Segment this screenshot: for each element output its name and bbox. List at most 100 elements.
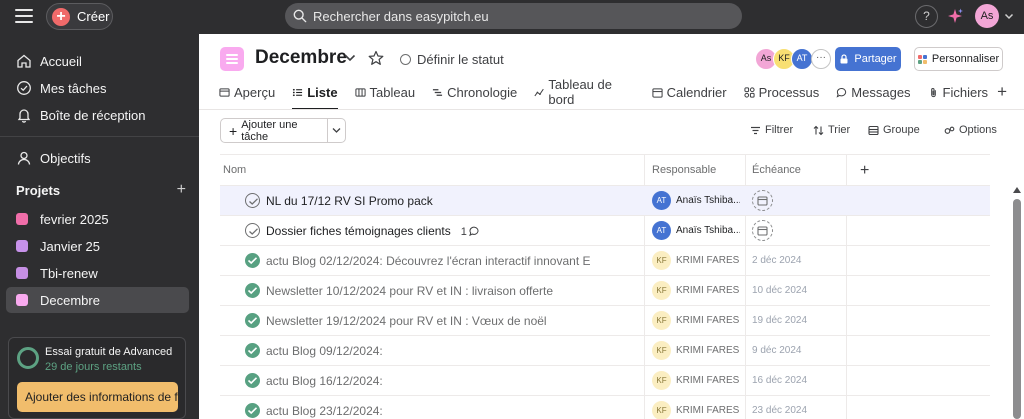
task-name[interactable]: actu Blog 02/12/2024: Découvrez l'écran …	[266, 246, 638, 276]
sparkle-icon[interactable]	[946, 7, 964, 25]
sort-button[interactable]: Trier	[813, 124, 850, 136]
task-name[interactable]: Newsletter 19/12/2024 pour RV et IN : Vœ…	[266, 306, 638, 336]
task-checkbox[interactable]	[245, 223, 260, 238]
sidebar-item-inbox[interactable]: Boîte de réception	[16, 104, 146, 126]
sidebar-project-decembre[interactable]: Decembre	[6, 287, 189, 313]
chevron-down-icon[interactable]	[344, 53, 356, 63]
task-checkbox[interactable]	[245, 193, 260, 208]
due-date-button[interactable]	[752, 220, 773, 241]
add-tab-button[interactable]: +	[997, 80, 1007, 104]
task-name[interactable]: actu Blog 16/12/2024:	[266, 366, 638, 396]
task-checkbox-completed[interactable]	[245, 403, 260, 418]
column-header-name[interactable]: Nom	[223, 155, 246, 186]
task-checkbox-completed[interactable]	[245, 313, 260, 328]
scroll-up-arrow-icon[interactable]	[1012, 186, 1022, 194]
table-row[interactable]: Dossier fiches témoignages clients 1 AT A…	[220, 216, 990, 246]
dashboard-icon	[534, 88, 544, 96]
tab-timeline[interactable]: Chronologie	[432, 80, 517, 104]
add-project-button[interactable]: +	[177, 182, 186, 198]
options-button[interactable]: Options	[944, 124, 997, 136]
user-avatar[interactable]: As	[975, 4, 999, 28]
tab-overview[interactable]: Aperçu	[219, 80, 275, 104]
task-due-date[interactable]: 2 déc 2024	[752, 246, 802, 276]
add-billing-button[interactable]: Ajouter des informations de facturation	[17, 382, 178, 412]
task-due-date[interactable]: 9 déc 2024	[752, 336, 802, 366]
sidebar-item-goals[interactable]: Objectifs	[16, 147, 91, 169]
tab-messages[interactable]: Messages	[836, 80, 911, 104]
filter-label: Filtrer	[765, 124, 794, 136]
task-assignee[interactable]: AT Anaïs Tshiba...	[652, 191, 740, 210]
task-name[interactable]: actu Blog 09/12/2024:	[266, 336, 638, 366]
column-header-assignee[interactable]: Responsable	[652, 155, 716, 186]
tab-workflow[interactable]: Processus	[744, 80, 819, 104]
create-button[interactable]: + Créer	[46, 3, 113, 30]
add-column-button[interactable]: +	[860, 155, 869, 186]
task-name[interactable]: Dossier fiches témoignages clients 1	[266, 216, 638, 247]
tab-board[interactable]: Tableau	[354, 80, 415, 104]
customize-button[interactable]: Personnaliser	[914, 47, 1003, 71]
table-row[interactable]: Newsletter 19/12/2024 pour RV et IN : Vœ…	[220, 306, 990, 336]
calendar-icon	[652, 87, 663, 98]
task-checkbox-completed[interactable]	[245, 253, 260, 268]
share-button[interactable]: Partager	[835, 47, 901, 71]
options-label: Options	[959, 124, 997, 136]
menu-icon[interactable]	[15, 9, 33, 23]
task-assignee[interactable]: KF KRIMI FARES	[652, 371, 740, 390]
project-label: Decembre	[40, 292, 100, 308]
more-members-icon[interactable]: ···	[811, 49, 831, 69]
set-status-button[interactable]: Définir le statut	[400, 52, 504, 67]
group-button[interactable]: Groupe	[868, 124, 920, 136]
task-assignee[interactable]: AT Anaïs Tshiba...	[652, 221, 740, 240]
due-date-button[interactable]	[752, 190, 773, 211]
star-icon[interactable]	[368, 50, 384, 66]
task-due-date[interactable]: 10 déc 2024	[752, 276, 807, 306]
table-row[interactable]: actu Blog 16/12/2024: KF KRIMI FARES 16 …	[220, 366, 990, 396]
add-task-dropdown[interactable]	[328, 127, 345, 134]
filter-button[interactable]: Filtrer	[750, 124, 793, 136]
sidebar-item-home[interactable]: Accueil	[16, 50, 82, 72]
sidebar-project-janvier-25[interactable]: Janvier 25	[6, 233, 189, 259]
group-label: Groupe	[883, 124, 920, 136]
sidebar-project-fevrier-2025[interactable]: fevrier 2025	[6, 206, 189, 232]
task-assignee[interactable]: KF KRIMI FARES	[652, 311, 740, 330]
search-bar[interactable]	[285, 3, 742, 29]
tab-files[interactable]: Fichiers	[928, 80, 988, 104]
task-assignee[interactable]: KF KRIMI FARES	[652, 281, 740, 300]
search-input[interactable]	[313, 8, 733, 24]
column-header-due-date[interactable]: Échéance	[752, 155, 801, 186]
project-icon[interactable]	[220, 47, 244, 71]
task-due-date[interactable]: 23 déc 2024	[752, 396, 807, 419]
task-checkbox-completed[interactable]	[245, 283, 260, 298]
task-name[interactable]: NL du 17/12 RV SI Promo pack	[266, 186, 638, 216]
sidebar-project-tbi-renew[interactable]: Tbi-renew	[6, 260, 189, 286]
task-checkbox-completed[interactable]	[245, 373, 260, 388]
tab-list[interactable]: Liste	[292, 80, 338, 110]
table-row[interactable]: actu Blog 09/12/2024: KF KRIMI FARES 9 d…	[220, 336, 990, 366]
task-assignee[interactable]: KF KRIMI FARES	[652, 401, 740, 419]
task-assignee[interactable]: KF KRIMI FARES	[652, 341, 740, 360]
person-icon	[17, 151, 31, 165]
task-name[interactable]: Newsletter 10/12/2024 pour RV et IN : li…	[266, 276, 638, 306]
timeline-icon	[433, 88, 443, 96]
table-row[interactable]: Newsletter 10/12/2024 pour RV et IN : li…	[220, 276, 990, 306]
chevron-down-icon[interactable]	[1004, 11, 1014, 21]
task-checkbox-completed[interactable]	[245, 343, 260, 358]
table-row[interactable]: actu Blog 23/12/2024: KF KRIMI FARES 23 …	[220, 396, 990, 419]
table-row[interactable]: actu Blog 02/12/2024: Découvrez l'écran …	[220, 246, 990, 276]
table-row[interactable]: NL du 17/12 RV SI Promo pack AT Anaïs Ts…	[220, 186, 990, 216]
tab-calendar[interactable]: Calendrier	[652, 80, 727, 104]
task-name[interactable]: actu Blog 23/12/2024:	[266, 396, 638, 419]
task-assignee[interactable]: KF KRIMI FARES	[652, 251, 740, 270]
help-button[interactable]: ?	[915, 5, 938, 28]
task-due-date[interactable]: 16 déc 2024	[752, 366, 807, 396]
task-due-date[interactable]: 19 déc 2024	[752, 306, 807, 336]
project-members[interactable]: As KF AT ···	[755, 48, 831, 72]
bell-icon	[17, 109, 31, 123]
sidebar-item-my-tasks[interactable]: Mes tâches	[16, 77, 106, 99]
check-icon	[247, 377, 258, 385]
scrollbar-thumb[interactable]	[1013, 199, 1021, 419]
assignee-name: KRIMI FARES	[676, 405, 740, 416]
add-task-button[interactable]: + Ajouter une tâche	[221, 119, 328, 143]
comment-count: 1	[460, 226, 467, 238]
tab-dashboard[interactable]: Tableau de bord	[534, 77, 634, 107]
